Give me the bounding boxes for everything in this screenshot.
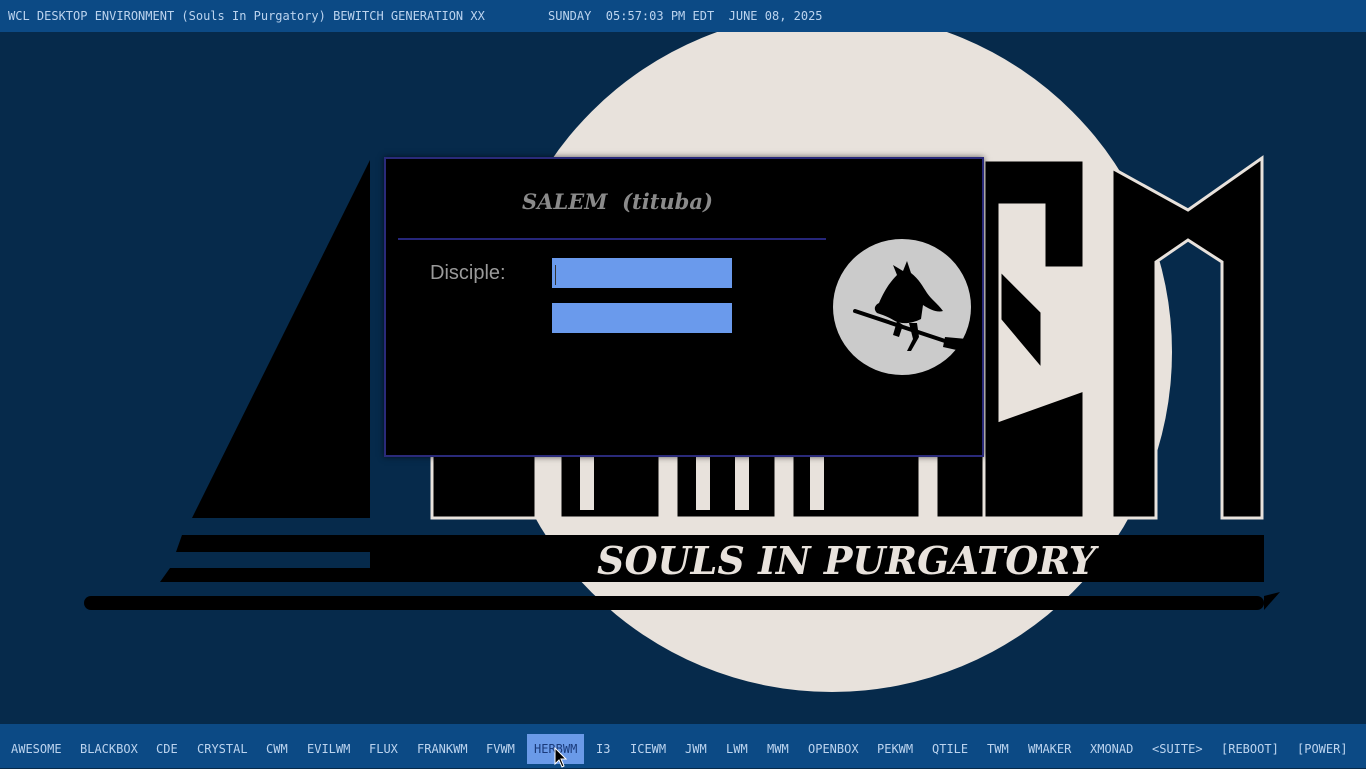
wm-wmaker[interactable]: WMAKER — [1021, 734, 1078, 764]
heading-divider — [398, 238, 826, 240]
dialog-heading: SALEM (tituba) — [522, 189, 713, 214]
wm-mwm[interactable]: MWM — [760, 734, 796, 764]
wm-flux[interactable]: FLUX — [362, 734, 405, 764]
wm-qtile[interactable]: QTILE — [925, 734, 975, 764]
username-input[interactable] — [552, 258, 732, 288]
reboot-button[interactable]: [REBOOT] — [1214, 734, 1286, 764]
wm-cde[interactable]: CDE — [149, 734, 185, 764]
top-bar: WCL DESKTOP ENVIRONMENT (Souls In Purgat… — [0, 0, 1366, 32]
wm-i3[interactable]: I3 — [589, 734, 617, 764]
wm-taskbar: AWESOME BLACKBOX CDE CRYSTAL CWM EVILWM … — [0, 724, 1366, 768]
wm-cwm[interactable]: CWM — [259, 734, 295, 764]
witch-on-broom-icon — [833, 239, 971, 375]
wm-openbox[interactable]: OPENBOX — [801, 734, 866, 764]
wm-fvwm[interactable]: FVWM — [479, 734, 522, 764]
clock: SUNDAY 05:57:03 PM EDT JUNE 08, 2025 — [548, 9, 823, 23]
wm-jwm[interactable]: JWM — [678, 734, 714, 764]
wm-icewm[interactable]: ICEWM — [623, 734, 673, 764]
username-label: Disciple: — [430, 262, 506, 284]
mouse-pointer-icon — [554, 747, 568, 768]
password-input[interactable] — [552, 303, 732, 333]
wm-lwm[interactable]: LWM — [719, 734, 755, 764]
wm-blackbox[interactable]: BLACKBOX — [73, 734, 145, 764]
wm-pekwm[interactable]: PEKWM — [870, 734, 920, 764]
wm-crystal[interactable]: CRYSTAL — [190, 734, 255, 764]
wm-xmonad[interactable]: XMONAD — [1083, 734, 1140, 764]
text-caret — [555, 265, 556, 285]
wm-awesome[interactable]: AWESOME — [4, 734, 69, 764]
suite-button[interactable]: <SUITE> — [1145, 734, 1210, 764]
wm-frankwm[interactable]: FRANKWM — [410, 734, 475, 764]
login-dialog: SALEM (tituba) Disciple: — [384, 157, 984, 457]
power-button[interactable]: [POWER] — [1290, 734, 1355, 764]
wm-twm[interactable]: TWM — [980, 734, 1016, 764]
wallpaper-tagline: SOULS IN PURGATORY — [597, 538, 1100, 583]
desktop-title: WCL DESKTOP ENVIRONMENT (Souls In Purgat… — [8, 9, 485, 23]
logo-triangle — [192, 160, 370, 518]
wm-evilwm[interactable]: EVILWM — [300, 734, 357, 764]
